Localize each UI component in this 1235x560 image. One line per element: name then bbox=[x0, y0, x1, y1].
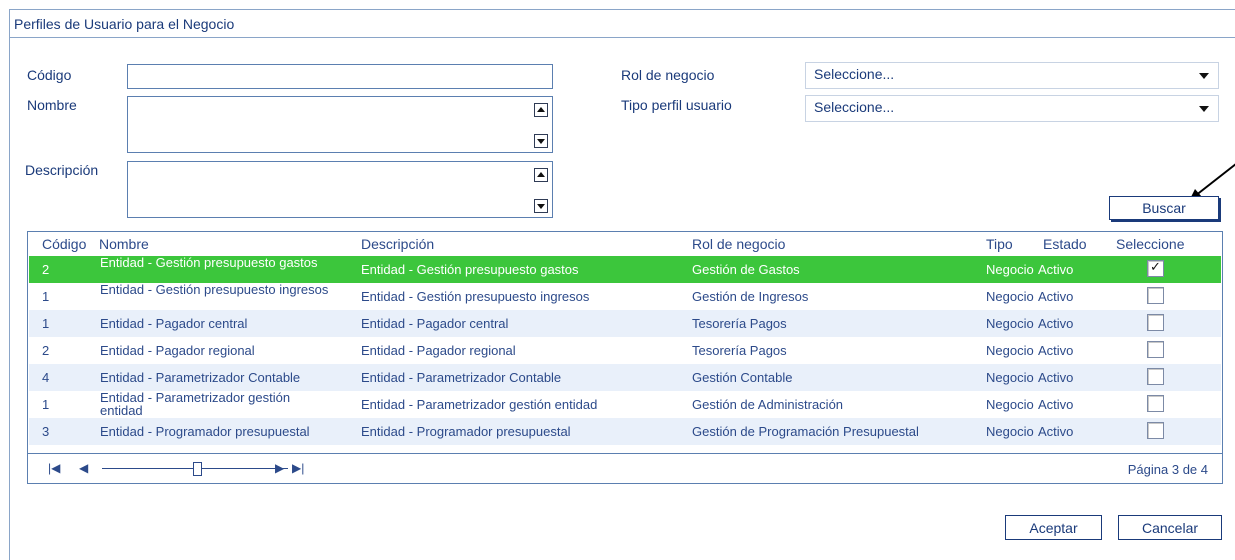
nombre-scrollbar[interactable] bbox=[534, 99, 550, 150]
cell-nombre: Entidad - Pagador regional bbox=[100, 343, 255, 358]
cell-tipo: Negocio bbox=[986, 316, 1034, 331]
table-row[interactable]: 2 Entidad - Pagador regional Entidad - P… bbox=[29, 337, 1221, 364]
cell-tipo: Negocio bbox=[986, 397, 1034, 412]
cell-rol: Gestión de Gastos bbox=[692, 262, 800, 277]
rol-negocio-select[interactable]: Seleccione... bbox=[805, 62, 1219, 89]
cell-descripcion: Entidad - Gestión presupuesto gastos bbox=[361, 262, 579, 277]
codigo-input[interactable] bbox=[128, 65, 552, 88]
descripcion-label: Descripción bbox=[25, 162, 99, 178]
select-checkbox[interactable] bbox=[1147, 341, 1164, 358]
accept-button[interactable]: Aceptar bbox=[1005, 515, 1102, 540]
cell-descripcion: Entidad - Programador presupuestal bbox=[361, 424, 571, 439]
cell-rol: Gestión de Administración bbox=[692, 397, 844, 412]
chevron-down-icon[interactable] bbox=[1199, 73, 1209, 79]
cell-nombre: Entidad - Parametrizador Contable bbox=[100, 370, 301, 385]
cell-descripcion: Entidad - Pagador central bbox=[361, 316, 509, 331]
tipo-perfil-select[interactable]: Seleccione... bbox=[805, 95, 1219, 122]
cell-estado: Activo bbox=[1038, 370, 1074, 385]
chevron-down-icon[interactable] bbox=[1199, 106, 1209, 112]
table-row[interactable]: 4 Entidad - Parametrizador Contable Enti… bbox=[29, 364, 1221, 391]
select-checkbox[interactable] bbox=[1147, 422, 1164, 439]
cell-rol: Gestión de Programación Presupuestal bbox=[692, 424, 919, 439]
descripcion-field[interactable] bbox=[127, 161, 553, 218]
profiles-table: Código Nombre Descripción Rol de negocio… bbox=[27, 231, 1223, 484]
cell-descripcion: Entidad - Parametrizador Contable bbox=[361, 370, 562, 385]
cell-nombre: Entidad - Programador presupuestal bbox=[100, 424, 310, 439]
cell-estado: Activo bbox=[1038, 397, 1074, 412]
rol-negocio-label: Rol de negocio bbox=[621, 67, 715, 83]
select-checkbox[interactable] bbox=[1147, 368, 1164, 385]
cell-tipo: Negocio bbox=[986, 343, 1034, 358]
first-page-icon[interactable]: |◀ bbox=[48, 461, 60, 475]
search-button[interactable]: Buscar bbox=[1109, 196, 1219, 220]
cell-tipo: Negocio bbox=[986, 289, 1034, 304]
table-row[interactable]: 3 Entidad - Programador presupuestal Ent… bbox=[29, 418, 1221, 445]
rol-negocio-value: Seleccione... bbox=[814, 66, 895, 82]
codigo-label: Código bbox=[27, 67, 72, 83]
cell-codigo: 2 bbox=[42, 343, 50, 358]
column-header-estado[interactable]: Estado bbox=[1043, 236, 1087, 252]
column-header-rol[interactable]: Rol de negocio bbox=[692, 236, 785, 252]
cell-rol: Gestión Contable bbox=[692, 370, 793, 385]
cell-codigo: 4 bbox=[42, 370, 50, 385]
cell-codigo: 1 bbox=[42, 316, 50, 331]
select-checkbox[interactable] bbox=[1147, 259, 1164, 277]
next-page-icon[interactable]: ▶ bbox=[275, 461, 284, 475]
table-row[interactable]: 1 Entidad - Pagador central Entidad - Pa… bbox=[29, 310, 1221, 337]
scroll-up-icon[interactable] bbox=[534, 168, 548, 182]
nombre-field[interactable] bbox=[127, 96, 553, 153]
cell-tipo: Negocio bbox=[986, 262, 1034, 277]
column-header-descripcion[interactable]: Descripción bbox=[361, 236, 434, 252]
cell-estado: Activo bbox=[1038, 316, 1074, 331]
codigo-field[interactable] bbox=[127, 64, 553, 89]
column-header-codigo[interactable]: Código bbox=[42, 236, 86, 252]
table-row[interactable]: 1 Entidad - Parametrizador gestión entid… bbox=[29, 391, 1221, 418]
table-row[interactable]: 1 Entidad - Gestión presupuesto ingresos… bbox=[29, 283, 1221, 310]
table-row[interactable]: 2 Entidad - Gestión presupuesto gastos E… bbox=[29, 256, 1221, 283]
title-divider bbox=[10, 37, 1235, 38]
column-header-seleccione[interactable]: Seleccione bbox=[1116, 236, 1185, 252]
scroll-up-icon[interactable] bbox=[534, 103, 548, 117]
cell-nombre: Entidad - Parametrizador gestión entidad bbox=[100, 390, 291, 418]
select-checkbox[interactable] bbox=[1147, 287, 1164, 304]
cell-codigo: 3 bbox=[42, 424, 50, 439]
scroll-down-icon[interactable] bbox=[534, 134, 548, 148]
cell-estado: Activo bbox=[1038, 262, 1074, 277]
cancel-button[interactable]: Cancelar bbox=[1118, 515, 1222, 540]
pager: |◀ ◀ ▶ ▶| Página 3 de 4 bbox=[28, 453, 1222, 484]
scroll-down-icon[interactable] bbox=[534, 199, 548, 213]
cell-rol: Tesorería Pagos bbox=[692, 343, 787, 358]
cell-codigo: 1 bbox=[42, 397, 50, 412]
tipo-perfil-label: Tipo perfil usuario bbox=[621, 97, 732, 113]
cell-tipo: Negocio bbox=[986, 424, 1034, 439]
page-slider-handle[interactable] bbox=[193, 462, 202, 476]
nombre-textarea[interactable] bbox=[128, 97, 552, 152]
cell-descripcion: Entidad - Pagador regional bbox=[361, 343, 516, 358]
descripcion-scrollbar[interactable] bbox=[534, 164, 550, 215]
cell-descripcion: Entidad - Gestión presupuesto ingresos bbox=[361, 289, 590, 304]
column-header-tipo[interactable]: Tipo bbox=[986, 236, 1013, 252]
cell-nombre: Entidad - Gestión presupuesto ingresos bbox=[100, 282, 329, 297]
cell-estado: Activo bbox=[1038, 343, 1074, 358]
cell-nombre: Entidad - Gestión presupuesto gastos bbox=[100, 255, 318, 270]
cell-nombre: Entidad - Pagador central bbox=[100, 316, 248, 331]
cell-estado: Activo bbox=[1038, 424, 1074, 439]
tipo-perfil-value: Seleccione... bbox=[814, 99, 895, 115]
cell-tipo: Negocio bbox=[986, 370, 1034, 385]
select-checkbox[interactable] bbox=[1147, 395, 1164, 412]
cell-rol: Gestión de Ingresos bbox=[692, 289, 809, 304]
column-header-nombre[interactable]: Nombre bbox=[99, 236, 149, 252]
descripcion-textarea[interactable] bbox=[128, 162, 552, 217]
page-title: Perfiles de Usuario para el Negocio bbox=[14, 16, 235, 32]
last-page-icon[interactable]: ▶| bbox=[292, 461, 304, 475]
page-indicator: Página 3 de 4 bbox=[1127, 462, 1208, 477]
cell-codigo: 2 bbox=[42, 262, 50, 277]
cell-codigo: 1 bbox=[42, 289, 50, 304]
select-checkbox[interactable] bbox=[1147, 314, 1164, 331]
cell-estado: Activo bbox=[1038, 289, 1074, 304]
cell-descripcion: Entidad - Parametrizador gestión entidad bbox=[361, 397, 598, 412]
nombre-label: Nombre bbox=[27, 97, 77, 113]
prev-page-icon[interactable]: ◀ bbox=[79, 461, 88, 475]
cell-rol: Tesorería Pagos bbox=[692, 316, 787, 331]
